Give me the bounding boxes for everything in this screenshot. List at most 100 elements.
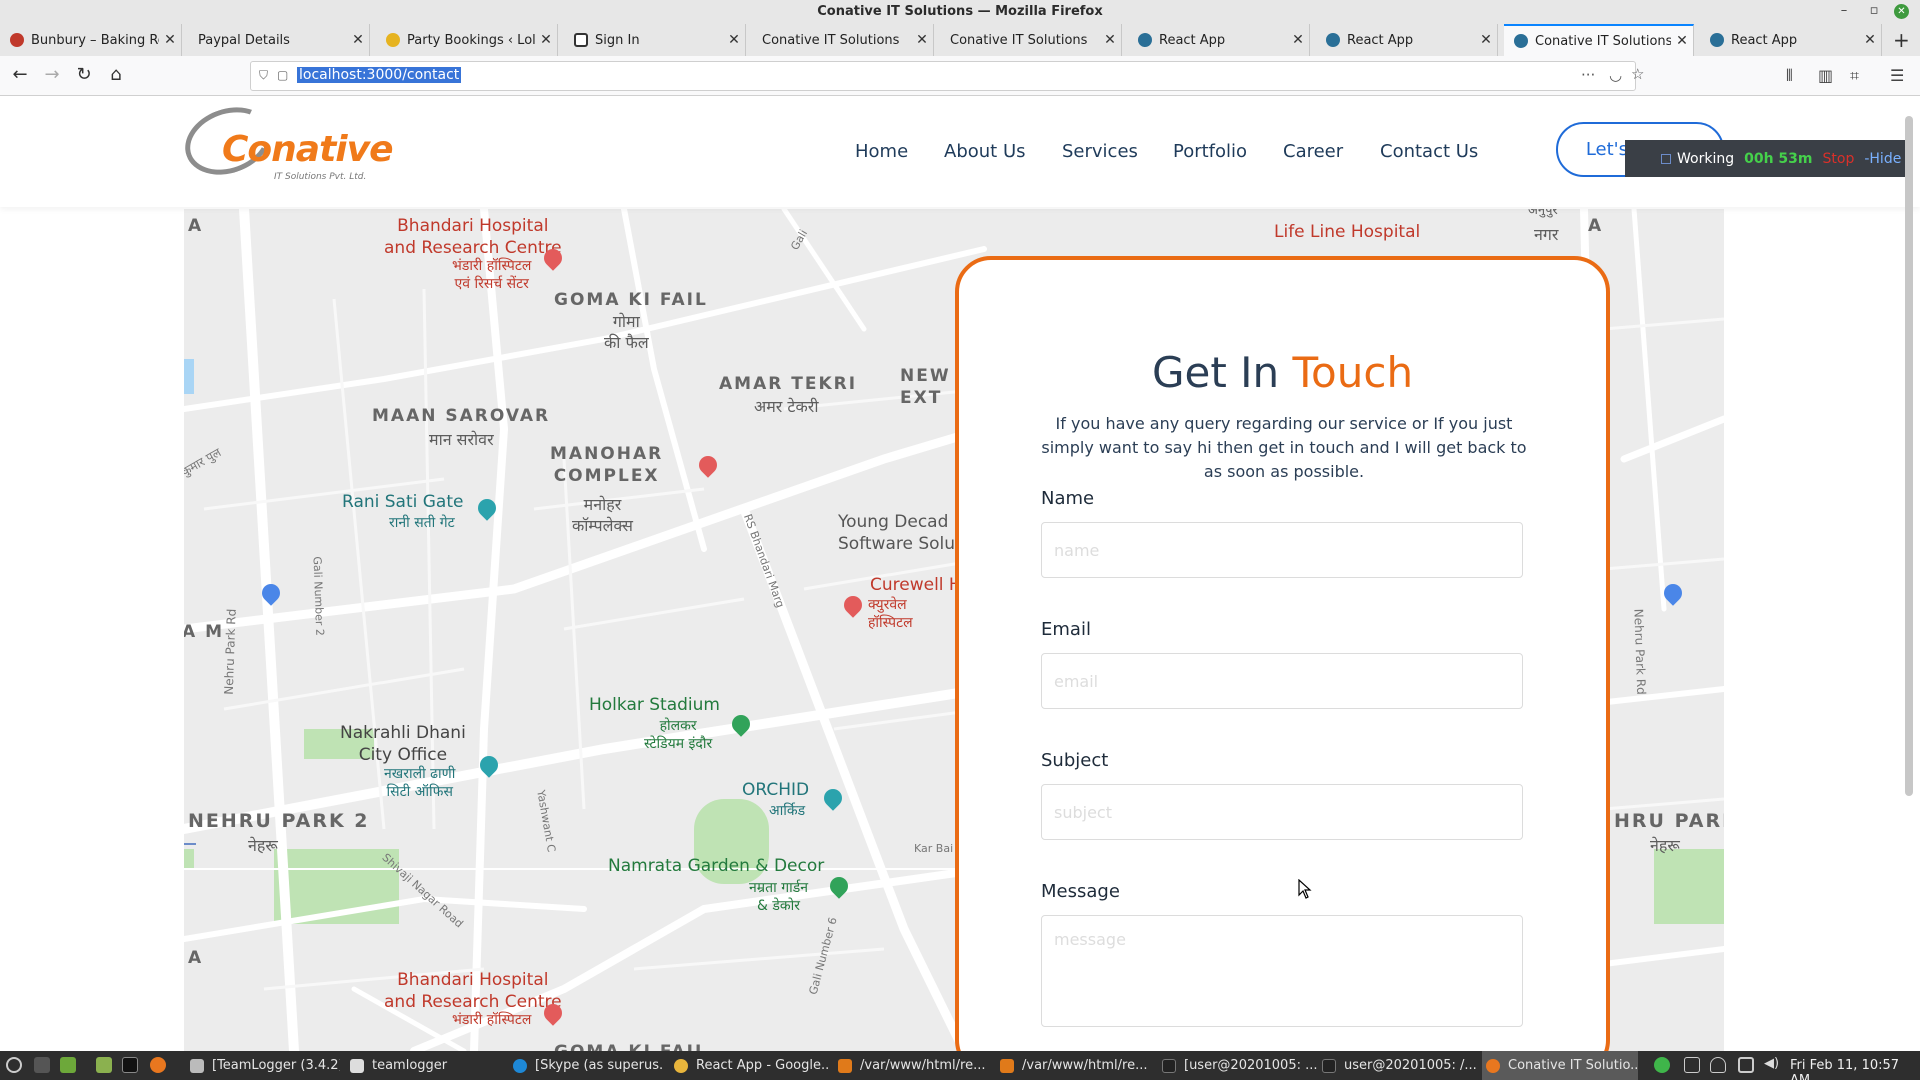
map-label-goma-hi: गोमा की फैल — [604, 312, 649, 352]
tab-close-icon[interactable]: ✕ — [1671, 33, 1693, 49]
tab[interactable]: Conative IT Solutions ✕ — [752, 24, 934, 56]
tab[interactable]: React App ✕ — [1700, 24, 1882, 56]
map-label-maan: MAAN SAROVAR — [372, 406, 551, 426]
url-text[interactable]: localhost:3000/contact — [297, 67, 462, 83]
teamlogger-widget: Working 00h 53m Stop -Hide — [1625, 140, 1905, 177]
tab-label: React App — [1347, 32, 1414, 48]
volume-icon[interactable]: ◀) — [1764, 1056, 1780, 1072]
tab-close-icon[interactable]: ✕ — [347, 32, 369, 48]
menu-icon[interactable]: ☰ — [1890, 66, 1904, 85]
taskbar-item[interactable]: teamlogger — [350, 1051, 500, 1080]
shield-icon[interactable]: ⛉ — [259, 68, 268, 83]
favicon-icon — [574, 33, 588, 47]
taskbar-item[interactable]: /var/www/html/re... — [1000, 1051, 1150, 1080]
map-label-anupur: अनुपुर — [1528, 209, 1558, 218]
mouse-cursor-icon — [1298, 879, 1312, 899]
page-actions-icon[interactable]: ··· — [1581, 66, 1595, 84]
back-icon[interactable]: ← — [8, 64, 32, 85]
nav-about-us[interactable]: About Us — [944, 141, 1026, 162]
react-favicon-icon — [1514, 34, 1528, 48]
url-bar[interactable]: ⛉ ▢ localhost:3000/contact ··· ◡ ☆ — [250, 61, 1644, 91]
name-field[interactable] — [1042, 523, 1522, 577]
taskbar-item-active[interactable]: Conative IT Solutio... — [1482, 1051, 1638, 1080]
tab[interactable]: Conative IT Solutions ✕ — [940, 24, 1122, 56]
page-scrollbar[interactable] — [1905, 116, 1913, 796]
tab-close-icon[interactable]: ✕ — [1859, 32, 1881, 48]
sidebar-icon[interactable]: ▥ — [1818, 66, 1833, 85]
new-tab-icon[interactable]: + — [1893, 28, 1910, 52]
home-icon[interactable]: ⌂ — [104, 64, 128, 85]
tab-close-icon[interactable]: ✕ — [723, 32, 745, 48]
nav-portfolio[interactable]: Portfolio — [1173, 141, 1247, 162]
terminal-icon[interactable] — [122, 1057, 138, 1073]
map-label-amar: AMAR TEKRI — [719, 374, 858, 394]
map-label-gali-2: Gali Number 2 — [310, 556, 327, 637]
tab[interactable]: Bunbury – Baking Ro ✕ — [0, 24, 182, 56]
clipboard-icon[interactable] — [1684, 1057, 1700, 1073]
shield-tray-icon[interactable] — [1710, 1057, 1726, 1073]
library-icon[interactable]: ⫴ — [1786, 66, 1793, 86]
nav-career[interactable]: Career — [1283, 141, 1343, 162]
contact-heading-plain: Get In — [1151, 348, 1280, 397]
start-menu-icon[interactable] — [6, 1057, 22, 1073]
tab-close-icon[interactable]: ✕ — [911, 32, 933, 48]
tab-close-icon[interactable]: ✕ — [1287, 32, 1309, 48]
nav-services[interactable]: Services — [1062, 141, 1138, 162]
firefox-icon — [1486, 1058, 1500, 1073]
taskbar-item-label: /var/www/html/re... — [860, 1058, 986, 1073]
show-desktop-icon[interactable] — [60, 1057, 76, 1073]
taskbar-item[interactable]: [user@20201005: ... — [1162, 1051, 1317, 1080]
tab[interactable]: Party Bookings ‹ Lolli ✕ — [376, 24, 558, 56]
tracker-stop-link[interactable]: Stop — [1823, 151, 1855, 167]
tab-close-icon[interactable]: ✕ — [159, 32, 181, 48]
window-tray-icon[interactable] — [1738, 1057, 1754, 1073]
taskbar-item[interactable]: [TeamLogger (3.4.2)] — [190, 1051, 340, 1080]
email-field[interactable] — [1042, 654, 1522, 708]
taskbar-item-label: [TeamLogger (3.4.2)] — [212, 1058, 340, 1073]
launcher-icon[interactable] — [34, 1057, 50, 1073]
tab-close-icon[interactable]: ✕ — [535, 32, 557, 48]
forward-icon[interactable]: → — [40, 64, 64, 85]
message-field[interactable] — [1042, 916, 1522, 1026]
tab[interactable]: Paypal Details ✕ — [188, 24, 370, 56]
tab-active[interactable]: Conative IT Solutions ✕ — [1504, 24, 1694, 56]
tab-label: Sign In — [595, 32, 640, 48]
map-label-holkar-hi: होलकर स्टेडियम इंदौर — [644, 718, 713, 753]
pocket-icon[interactable]: ◡ — [1609, 66, 1622, 84]
tracker-checkbox[interactable] — [1661, 153, 1671, 164]
window-icon — [190, 1058, 204, 1073]
close-window-icon[interactable]: ✕ — [1894, 4, 1909, 19]
maximize-icon[interactable]: ▫ — [1866, 3, 1882, 18]
reload-icon[interactable]: ↻ — [72, 64, 96, 85]
subject-field[interactable] — [1042, 785, 1522, 839]
contact-heading: Get In Touch — [959, 348, 1606, 397]
bookmark-star-icon[interactable]: ☆ — [1631, 65, 1644, 83]
tab[interactable]: Sign In ✕ — [564, 24, 746, 56]
map-label-namrata: Namrata Garden & Decor — [608, 856, 825, 876]
check-status-icon[interactable] — [1654, 1057, 1670, 1073]
map-label-nakrahli: Nakrahli Dhani City Office — [340, 723, 466, 766]
files-icon[interactable] — [96, 1057, 112, 1073]
terminal-icon — [1162, 1058, 1176, 1073]
react-favicon-icon — [1326, 33, 1340, 47]
firefox-launcher-icon[interactable] — [150, 1057, 166, 1073]
nav-home[interactable]: Home — [855, 141, 908, 162]
tab-close-icon[interactable]: ✕ — [1099, 32, 1121, 48]
tab[interactable]: React App ✕ — [1128, 24, 1310, 56]
taskbar-item[interactable]: [Skype (as superus... — [513, 1051, 663, 1080]
taskbar-item[interactable]: user@20201005: /... — [1322, 1051, 1477, 1080]
tracker-time: 00h 53m — [1744, 150, 1813, 167]
taskbar-item[interactable]: React App - Google... — [674, 1051, 829, 1080]
tab[interactable]: React App ✕ — [1316, 24, 1498, 56]
taskbar-item[interactable]: /var/www/html/re... — [838, 1051, 988, 1080]
tracker-hide-link[interactable]: -Hide — [1864, 151, 1901, 167]
clock[interactable]: Fri Feb 11, 10:57 AM — [1790, 1058, 1920, 1080]
logo-tagline: IT Solutions Pvt. Ltd. — [274, 172, 367, 182]
tab-close-icon[interactable]: ✕ — [1475, 32, 1497, 48]
tab-label: Bunbury – Baking Ro — [31, 32, 159, 48]
nav-contact-us[interactable]: Contact Us — [1380, 141, 1478, 162]
conative-logo[interactable]: Conative IT Solutions Pvt. Ltd. — [175, 97, 394, 187]
screenshot-icon[interactable]: ⌗ — [1850, 66, 1859, 86]
page-info-icon[interactable]: ▢ — [277, 68, 288, 82]
minimize-icon[interactable]: – — [1836, 3, 1852, 18]
